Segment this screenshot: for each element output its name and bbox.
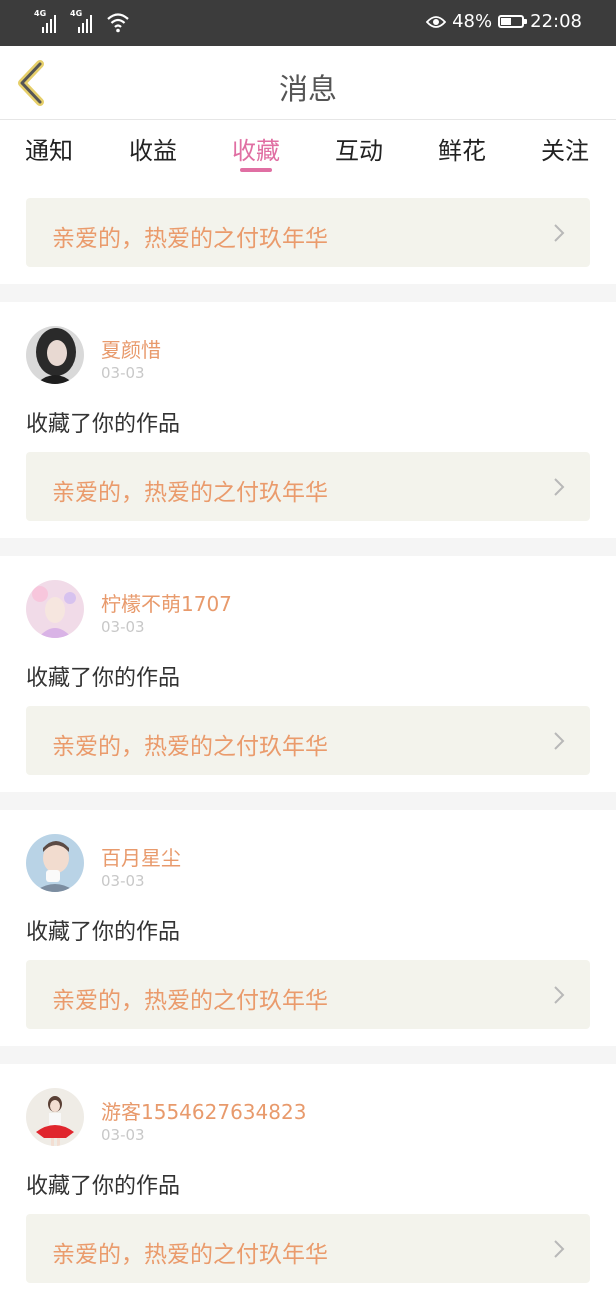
date: 03-03	[101, 618, 145, 636]
work-link[interactable]: 亲爱的，热爱的之付玖年华	[26, 198, 590, 267]
work-title: 亲爱的，热爱的之付玖年华	[52, 988, 328, 1014]
work-link[interactable]: 亲爱的，热爱的之付玖年华	[26, 1214, 590, 1283]
avatar[interactable]	[26, 834, 84, 892]
tab-bar: 通知 收益 收藏 互动 鲜花 关注	[0, 122, 616, 186]
action-text: 收藏了你的作品	[26, 920, 181, 945]
wifi-icon	[107, 13, 129, 33]
action-text: 收藏了你的作品	[26, 412, 181, 437]
signal-icon: 4G	[70, 9, 100, 33]
battery-percent: 48%	[452, 11, 493, 32]
work-title: 亲爱的，热爱的之付玖年华	[52, 734, 328, 760]
list-item: 百月星尘 03-03 收藏了你的作品 亲爱的，热爱的之付玖年华	[0, 810, 616, 1046]
status-bar: 4G 4G 48% 22:08	[0, 0, 616, 46]
clock: 22:08	[530, 11, 582, 32]
list-item: 游客1554627634823 03-03 收藏了你的作品 亲爱的，热爱的之付玖…	[0, 1064, 616, 1300]
work-title: 亲爱的，热爱的之付玖年华	[52, 480, 328, 506]
work-link[interactable]: 亲爱的，热爱的之付玖年华	[26, 706, 590, 775]
status-left: 4G 4G	[34, 9, 130, 33]
battery-icon	[498, 15, 528, 28]
divider	[0, 792, 616, 810]
work-link[interactable]: 亲爱的，热爱的之付玖年华	[26, 960, 590, 1029]
chevron-right-icon	[554, 1240, 565, 1258]
date: 03-03	[101, 872, 145, 890]
action-text: 收藏了你的作品	[26, 666, 181, 691]
date: 03-03	[101, 1126, 145, 1144]
app-header: 消息	[0, 46, 616, 120]
username[interactable]: 游客1554627634823	[101, 1096, 306, 1125]
active-tab-indicator	[240, 168, 272, 172]
list-item: 柠檬不萌1707 03-03 收藏了你的作品 亲爱的，热爱的之付玖年华	[0, 556, 616, 792]
avatar[interactable]	[26, 580, 84, 638]
eye-icon	[426, 15, 447, 28]
chevron-right-icon	[554, 986, 565, 1004]
signal-icon: 4G	[34, 9, 64, 33]
chevron-right-icon	[554, 478, 565, 496]
divider	[0, 1046, 616, 1064]
divider	[0, 284, 616, 302]
tab-interaction[interactable]: 互动	[335, 131, 383, 166]
date: 03-03	[101, 364, 145, 382]
chevron-right-icon	[554, 224, 565, 242]
avatar[interactable]	[26, 1088, 84, 1146]
list-item: 亲爱的，热爱的之付玖年华	[0, 186, 616, 284]
work-title: 亲爱的，热爱的之付玖年华	[52, 226, 328, 252]
username[interactable]: 夏颜惜	[101, 334, 161, 363]
tab-earnings[interactable]: 收益	[129, 131, 177, 166]
action-text: 收藏了你的作品	[26, 1174, 181, 1199]
status-right: 48% 22:08	[426, 11, 582, 32]
username[interactable]: 百月星尘	[101, 842, 181, 871]
work-link[interactable]: 亲爱的，热爱的之付玖年华	[26, 452, 590, 521]
divider	[0, 538, 616, 556]
list-item: 夏颜惜 03-03 收藏了你的作品 亲爱的，热爱的之付玖年华	[0, 302, 616, 538]
username[interactable]: 柠檬不萌1707	[101, 588, 232, 617]
work-title: 亲爱的，热爱的之付玖年华	[52, 1242, 328, 1268]
tab-flowers[interactable]: 鲜花	[438, 131, 486, 166]
page-title: 消息	[278, 72, 337, 106]
chevron-right-icon	[554, 732, 565, 750]
tab-notice[interactable]: 通知	[25, 131, 73, 166]
tab-follow[interactable]: 关注	[541, 131, 589, 166]
avatar[interactable]	[26, 326, 84, 384]
tab-favorites[interactable]: 收藏	[232, 131, 280, 166]
